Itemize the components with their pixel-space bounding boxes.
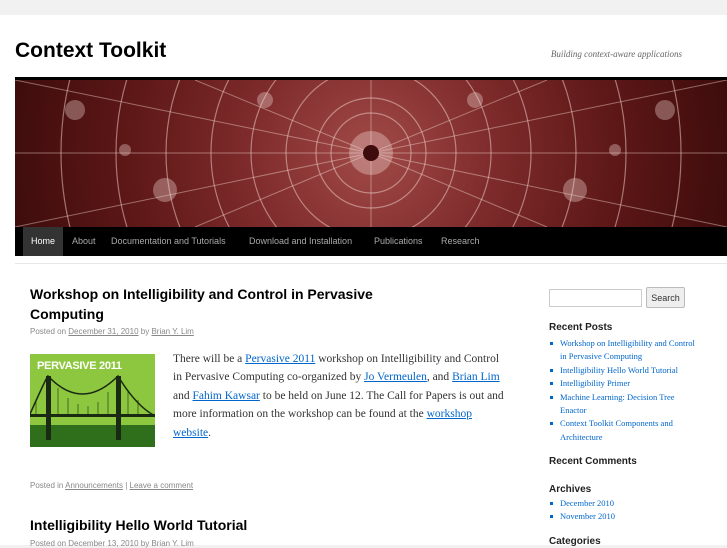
recent-posts-list: Workshop on Intelligibility and Control …	[549, 337, 699, 444]
list-item[interactable]: November 2010	[549, 510, 699, 523]
excerpt-text: .	[208, 426, 212, 439]
by-label: by	[140, 327, 150, 336]
nav-publications[interactable]: Publications	[366, 227, 431, 256]
recent-post-link[interactable]: Intelligibility Primer	[560, 378, 630, 388]
leave-comment-link[interactable]: Leave a comment	[130, 481, 194, 490]
header-banner-image	[15, 77, 727, 227]
list-item[interactable]: December 2010	[549, 497, 699, 510]
nav-about[interactable]: About	[64, 227, 104, 256]
posted-on-label: Posted on	[30, 327, 67, 336]
list-item[interactable]: Workshop on Intelligibility and Control …	[549, 337, 699, 364]
list-item[interactable]: Machine Learning: Decision Tree Enactor	[549, 391, 699, 418]
main-navigation: Home About Documentation and Tutorials D…	[15, 227, 727, 256]
nav-research[interactable]: Research	[433, 227, 488, 256]
pervasive-2011-link[interactable]: Pervasive 2011	[245, 353, 315, 365]
archive-link[interactable]: November 2010	[560, 511, 615, 521]
list-item[interactable]: Intelligibility Hello World Tutorial	[549, 364, 699, 377]
recent-post-link[interactable]: Workshop on Intelligibility and Control …	[560, 338, 695, 361]
excerpt-text: There will be a	[173, 353, 246, 365]
page: Context Toolkit Building context-aware a…	[0, 15, 727, 548]
recent-posts-title: Recent Posts	[549, 322, 613, 333]
post-meta: Posted on December 31, 2010 by Brian Y. …	[30, 327, 194, 336]
recent-post-link[interactable]: Intelligibility Hello World Tutorial	[560, 365, 678, 375]
brian-lim-link[interactable]: Brian Lim	[452, 371, 500, 383]
nav-home[interactable]: Home	[23, 227, 64, 256]
recent-post-link[interactable]: Context Toolkit Components and Architect…	[560, 418, 673, 441]
archives-list: December 2010 November 2010	[549, 497, 699, 524]
list-item[interactable]: Intelligibility Primer	[549, 377, 699, 390]
recent-comments-title: Recent Comments	[549, 456, 637, 467]
post-footer-meta: Posted in Announcements | Leave a commen…	[30, 481, 193, 490]
list-item[interactable]: Context Toolkit Components and Architect…	[549, 417, 699, 444]
post-title-workshop[interactable]: Workshop on Intelligibility and Control …	[30, 284, 450, 324]
meta-separator: |	[125, 481, 128, 490]
archives-title: Archives	[549, 484, 592, 495]
search-input[interactable]	[549, 289, 642, 307]
site-tagline: Building context-aware applications	[550, 49, 682, 59]
categories-title: Categories	[549, 536, 601, 547]
content-divider	[15, 263, 727, 264]
archive-link[interactable]: December 2010	[560, 498, 614, 508]
post-excerpt: There will be a Pervasive 2011 workshop …	[173, 350, 508, 442]
fahim-kawsar-link[interactable]: Fahim Kawsar	[192, 390, 259, 402]
nav-documentation-and-tutorials[interactable]: Documentation and Tutorials	[103, 227, 234, 256]
posted-in-label: Posted in	[30, 481, 64, 490]
search-button[interactable]: Search	[646, 287, 685, 308]
category-announcements-link[interactable]: Announcements	[65, 481, 123, 490]
site-title[interactable]: Context Toolkit	[15, 39, 166, 63]
excerpt-text: and	[173, 389, 193, 402]
post-date-link[interactable]: December 31, 2010	[68, 327, 138, 336]
pervasive-2011-thumbnail[interactable]: PERVASIVE 2011	[30, 354, 155, 447]
jo-vermeulen-link[interactable]: Jo Vermeulen	[364, 371, 427, 383]
post-title-hello-world[interactable]: Intelligibility Hello World Tutorial	[30, 515, 450, 535]
recent-post-link[interactable]: Machine Learning: Decision Tree Enactor	[560, 392, 674, 415]
excerpt-text: , and	[426, 371, 453, 384]
post2-meta: Posted on December 13, 2010 by Brian Y. …	[30, 539, 194, 548]
post-author-link[interactable]: Brian Y. Lim	[151, 327, 193, 336]
nav-download-and-installation[interactable]: Download and Installation	[241, 227, 360, 256]
